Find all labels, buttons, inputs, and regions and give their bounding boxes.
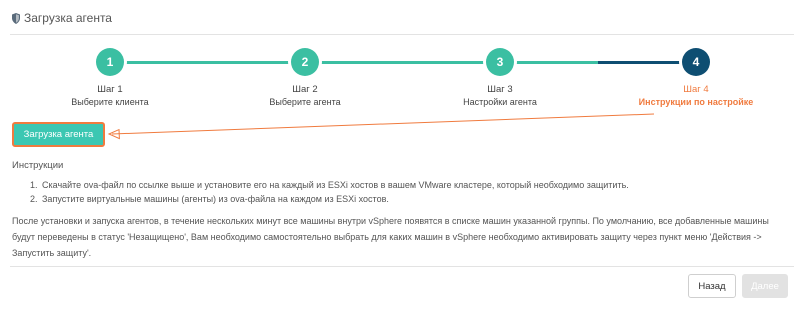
list-item-number: 1. bbox=[30, 180, 38, 190]
shield-icon bbox=[12, 12, 20, 24]
next-button[interactable]: Далее bbox=[742, 274, 788, 298]
page-title: Загрузка агента bbox=[24, 11, 112, 25]
step-1-subtitle: Выберите клиента bbox=[71, 97, 149, 107]
list-item: 2. Запустите виртуальные машины (агенты)… bbox=[30, 192, 629, 206]
list-item-text: Запустите виртуальные машины (агенты) из… bbox=[42, 194, 389, 204]
annotation-arrow bbox=[107, 113, 655, 140]
header-divider bbox=[10, 34, 794, 35]
list-item-text: Скачайте ova-файл по ссылке выше и устан… bbox=[42, 180, 629, 190]
step-1-circle: 1 bbox=[96, 48, 124, 76]
step-2-circle: 2 bbox=[291, 48, 319, 76]
back-button[interactable]: Назад bbox=[688, 274, 736, 298]
step-3-circle: 3 bbox=[486, 48, 514, 76]
step-4-subtitle: Инструкции по настройке bbox=[638, 97, 754, 107]
instructions-title: Инструкции bbox=[12, 160, 64, 171]
step-2-title: Шаг 2 bbox=[292, 84, 318, 95]
post-install-note: После установки и запуска агентов, в теч… bbox=[12, 216, 769, 258]
step-4-circle: 4 bbox=[682, 48, 710, 76]
footer-divider bbox=[10, 266, 794, 267]
instructions-list: 1. Скачайте ova-файл по ссылке выше и ус… bbox=[30, 178, 629, 206]
step-3-subtitle: Настройки агента bbox=[463, 97, 537, 107]
page-header: Загрузка агента bbox=[12, 10, 112, 26]
download-agent-button[interactable]: Загрузка агента bbox=[12, 122, 105, 147]
step-1-title: Шаг 1 bbox=[97, 84, 123, 95]
step-3-title: Шаг 3 bbox=[487, 84, 513, 95]
list-item-number: 2. bbox=[30, 194, 38, 204]
stepper-track-done bbox=[110, 61, 600, 64]
list-item: 1. Скачайте ova-файл по ссылке выше и ус… bbox=[30, 178, 629, 192]
step-4-title: Шаг 4 bbox=[683, 84, 709, 95]
step-2-subtitle: Выберите агента bbox=[269, 97, 341, 107]
